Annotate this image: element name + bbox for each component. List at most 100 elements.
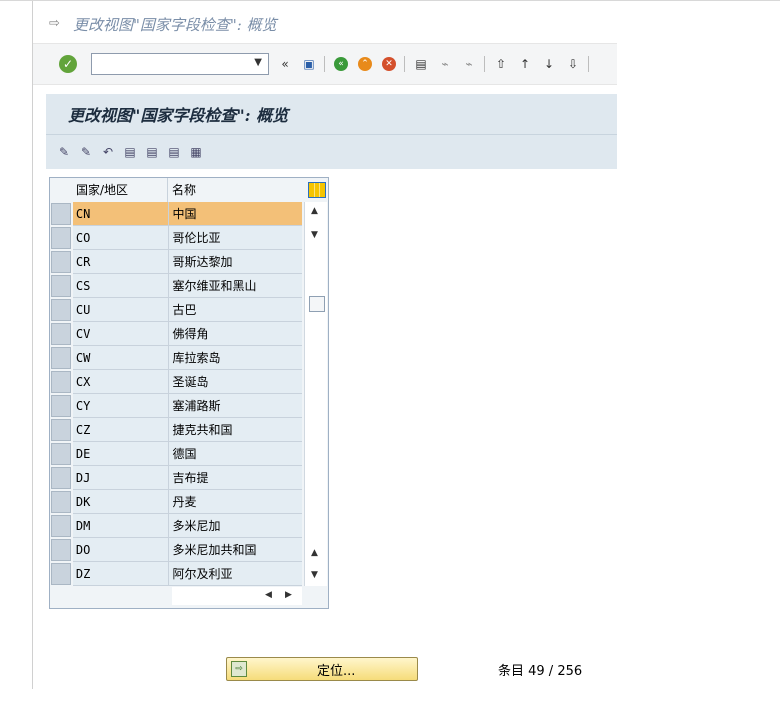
select-all-column[interactable] <box>50 178 72 202</box>
select-all-icon[interactable]: ▤ <box>122 144 138 160</box>
country-name-cell[interactable]: 多米尼加 <box>168 514 302 538</box>
exit-icon[interactable]: ⇨ <box>49 17 63 31</box>
country-name-cell[interactable]: 吉布提 <box>168 466 302 490</box>
find-next-icon[interactable]: ⌁ <box>461 56 477 72</box>
country-code-cell[interactable]: CX <box>72 370 169 394</box>
country-code-cell[interactable]: CO <box>72 226 169 250</box>
page-down-icon[interactable]: ▼ <box>311 570 318 580</box>
command-field[interactable]: ▼ <box>91 53 269 75</box>
vertical-scrollbar[interactable]: ▲ ▼ ▲ ▼ <box>304 202 327 586</box>
table-row[interactable]: CV 佛得角 <box>50 322 302 346</box>
country-code-cell[interactable]: DO <box>72 538 169 562</box>
details-icon[interactable]: ▦ <box>188 144 204 160</box>
scroll-right-icon[interactable]: ▶ <box>285 590 292 600</box>
collapse-icon[interactable]: « <box>277 56 293 72</box>
country-name-cell[interactable]: 库拉索岛 <box>168 346 302 370</box>
display-change-icon[interactable]: ✎ <box>56 144 72 160</box>
country-code-cell[interactable]: CN <box>72 202 169 226</box>
position-button[interactable]: ⇨ 定位... <box>226 657 418 681</box>
table-row[interactable]: CW 库拉索岛 <box>50 346 302 370</box>
row-selector[interactable] <box>51 323 71 345</box>
country-code-cell[interactable]: CZ <box>72 418 169 442</box>
country-name-cell[interactable]: 阿尔及利亚 <box>168 562 302 586</box>
scroll-up-icon[interactable]: ▲ <box>311 206 318 216</box>
row-selector[interactable] <box>51 227 71 249</box>
country-name-cell[interactable]: 哥斯达黎加 <box>168 250 302 274</box>
table-row[interactable]: CN 中国 <box>50 202 302 226</box>
row-selector[interactable] <box>51 371 71 393</box>
enter-button[interactable]: ✓ <box>59 55 77 73</box>
country-name-cell[interactable]: 中国 <box>168 202 302 226</box>
row-selector[interactable] <box>51 539 71 561</box>
undo-icon[interactable]: ↶ <box>100 144 116 160</box>
row-selector[interactable] <box>51 275 71 297</box>
next-page-icon[interactable]: ↓ <box>541 56 557 72</box>
country-name-cell[interactable]: 佛得角 <box>168 322 302 346</box>
row-selector[interactable] <box>51 491 71 513</box>
country-code-cell[interactable]: DK <box>72 490 169 514</box>
table-row[interactable]: DO 多米尼加共和国 <box>50 538 302 562</box>
country-name-cell[interactable]: 塞尔维亚和黑山 <box>168 274 302 298</box>
table-row[interactable]: CX 圣诞岛 <box>50 370 302 394</box>
table-row[interactable]: DK 丹麦 <box>50 490 302 514</box>
table-row[interactable]: CR 哥斯达黎加 <box>50 250 302 274</box>
table-row[interactable]: DZ 阿尔及利亚 <box>50 562 302 586</box>
find-icon[interactable]: ⌁ <box>437 56 453 72</box>
save-icon[interactable]: ▣ <box>301 56 317 72</box>
table-row[interactable]: CY 塞浦路斯 <box>50 394 302 418</box>
country-name-cell[interactable]: 多米尼加共和国 <box>168 538 302 562</box>
dropdown-arrow-icon[interactable]: ▼ <box>254 57 262 68</box>
country-name-cell[interactable]: 德国 <box>168 442 302 466</box>
horizontal-scrollbar[interactable]: ◀ ▶ <box>172 587 302 605</box>
row-selector[interactable] <box>51 203 71 225</box>
scroll-left-icon[interactable]: ◀ <box>265 590 272 600</box>
previous-page-icon[interactable]: ↑ <box>517 56 533 72</box>
cancel-icon[interactable]: ✕ <box>381 56 397 72</box>
scroll-down-icon[interactable]: ▼ <box>311 230 318 240</box>
table-row[interactable]: CU 古巴 <box>50 298 302 322</box>
country-code-cell[interactable]: DZ <box>72 562 169 586</box>
column-header-name[interactable]: 名称 <box>168 178 304 202</box>
table-row[interactable]: CO 哥伦比亚 <box>50 226 302 250</box>
column-header-country[interactable]: 国家/地区 <box>72 178 168 202</box>
row-selector[interactable] <box>51 299 71 321</box>
row-selector[interactable] <box>51 419 71 441</box>
country-name-cell[interactable]: 丹麦 <box>168 490 302 514</box>
table-row[interactable]: DM 多米尼加 <box>50 514 302 538</box>
country-code-cell[interactable]: CS <box>72 274 169 298</box>
country-code-cell[interactable]: DJ <box>72 466 169 490</box>
country-code-cell[interactable]: CR <box>72 250 169 274</box>
row-selector[interactable] <box>51 347 71 369</box>
row-selector[interactable] <box>51 395 71 417</box>
row-selector[interactable] <box>51 563 71 585</box>
country-code-cell[interactable]: DE <box>72 442 169 466</box>
country-code-cell[interactable]: CU <box>72 298 169 322</box>
country-name-cell[interactable]: 圣诞岛 <box>168 370 302 394</box>
country-code-cell[interactable]: CV <box>72 322 169 346</box>
column-settings-icon[interactable] <box>308 182 326 198</box>
country-name-cell[interactable]: 塞浦路斯 <box>168 394 302 418</box>
print-icon[interactable]: ▤ <box>413 56 429 72</box>
country-code-cell[interactable]: DM <box>72 514 169 538</box>
table-row[interactable]: CS 塞尔维亚和黑山 <box>50 274 302 298</box>
select-block-icon[interactable]: ▤ <box>144 144 160 160</box>
exit-icon[interactable]: ⌃ <box>357 56 373 72</box>
table-row[interactable]: CZ 捷克共和国 <box>50 418 302 442</box>
first-page-icon[interactable]: ⇧ <box>493 56 509 72</box>
scroll-thumb[interactable] <box>309 296 325 312</box>
back-icon[interactable]: « <box>333 56 349 72</box>
row-selector[interactable] <box>51 515 71 537</box>
country-name-cell[interactable]: 古巴 <box>168 298 302 322</box>
country-name-cell[interactable]: 哥伦比亚 <box>168 226 302 250</box>
table-row[interactable]: DE 德国 <box>50 442 302 466</box>
country-code-cell[interactable]: CY <box>72 394 169 418</box>
country-name-cell[interactable]: 捷克共和国 <box>168 418 302 442</box>
row-selector[interactable] <box>51 467 71 489</box>
new-entries-icon[interactable]: ✎ <box>78 144 94 160</box>
table-row[interactable]: DJ 吉布提 <box>50 466 302 490</box>
last-page-icon[interactable]: ⇩ <box>565 56 581 72</box>
deselect-all-icon[interactable]: ▤ <box>166 144 182 160</box>
row-selector[interactable] <box>51 251 71 273</box>
page-up-icon[interactable]: ▲ <box>311 548 318 558</box>
country-code-cell[interactable]: CW <box>72 346 169 370</box>
